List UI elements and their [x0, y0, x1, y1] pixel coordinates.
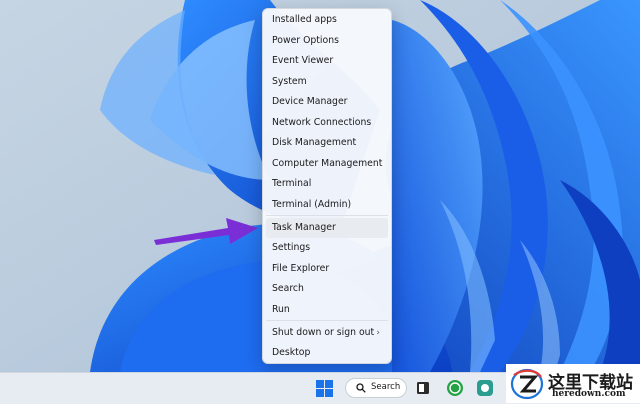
menu-item-terminal[interactable]: Terminal — [266, 174, 388, 194]
search-icon — [356, 383, 366, 393]
menu-item-shut-down-sign-out[interactable]: Shut down or sign out › — [266, 323, 388, 343]
taskbar-search-box[interactable]: Search — [345, 378, 407, 398]
whatsapp-icon[interactable] — [446, 379, 464, 397]
menu-item-device-manager[interactable]: Device Manager — [266, 92, 388, 112]
menu-item-event-viewer[interactable]: Event Viewer — [266, 51, 388, 71]
menu-item-desktop[interactable]: Desktop — [266, 343, 388, 363]
menu-item-network-connections[interactable]: Network Connections — [266, 113, 388, 133]
menu-item-computer-management[interactable]: Computer Management — [266, 154, 388, 174]
menu-item-label: Shut down or sign out — [272, 327, 375, 338]
menu-separator — [266, 215, 388, 216]
menu-item-task-manager[interactable]: Task Manager — [266, 218, 388, 238]
menu-item-installed-apps[interactable]: Installed apps — [266, 10, 388, 30]
menu-item-disk-management[interactable]: Disk Management — [266, 133, 388, 153]
menu-item-run[interactable]: Run — [266, 300, 388, 320]
menu-item-search[interactable]: Search — [266, 279, 388, 299]
quick-link-menu: Installed apps Power Options Event Viewe… — [262, 8, 392, 364]
chevron-right-icon: › — [376, 328, 380, 338]
watermark-domain: heredown.com — [552, 389, 626, 399]
menu-item-settings[interactable]: Settings — [266, 238, 388, 258]
menu-item-power-options[interactable]: Power Options — [266, 31, 388, 51]
menu-item-system[interactable]: System — [266, 72, 388, 92]
menu-item-terminal-admin[interactable]: Terminal (Admin) — [266, 195, 388, 215]
site-logo-icon — [510, 368, 544, 400]
watermark-logo: 这里下载站 heredown.com — [506, 364, 640, 403]
windows-start-icon[interactable] — [316, 380, 333, 397]
menu-separator — [266, 320, 388, 321]
app-icon[interactable] — [476, 379, 494, 397]
search-label: Search — [371, 382, 401, 392]
menu-item-file-explorer[interactable]: File Explorer — [266, 259, 388, 279]
pointer-arrow — [154, 218, 258, 245]
task-view-icon[interactable] — [416, 381, 430, 395]
